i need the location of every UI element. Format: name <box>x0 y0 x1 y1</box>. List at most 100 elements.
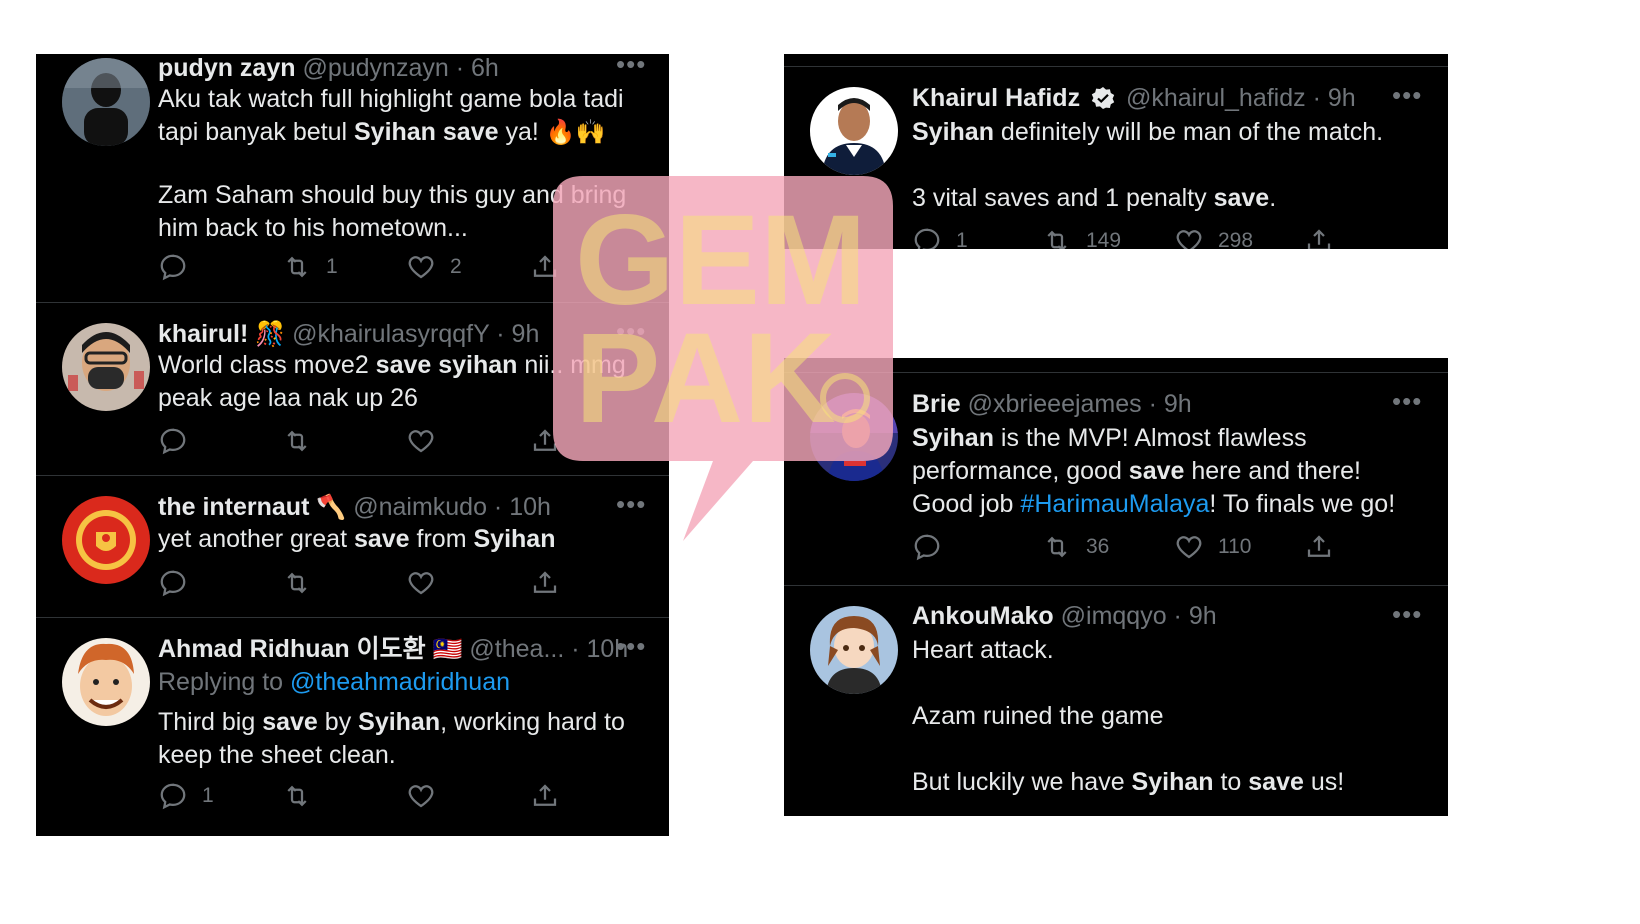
tweet-text: Aku tak watch full highlight game bola t… <box>158 85 627 242</box>
share-button[interactable] <box>530 425 574 457</box>
tweet-the-internaut[interactable]: the internaut 🪓 @naimkudo · 10h ••• yet … <box>36 476 669 617</box>
more-options-icon[interactable]: ••• <box>1392 388 1422 414</box>
tweet-khairul-hafidz[interactable]: Khairul Hafidz @khairul_hafidz · 9h ••• … <box>784 67 1448 249</box>
handle-and-time[interactable]: @khairul_hafidz · 9h <box>1126 84 1356 112</box>
reply-icon <box>914 228 940 249</box>
reply-icon <box>160 570 186 597</box>
tweet-ankoumako[interactable]: AnkouMako @imqqyo · 9h ••• Heart attack.… <box>784 586 1448 816</box>
more-options-icon[interactable]: ••• <box>616 318 646 344</box>
tweet-text: Heart attack. Azam ruined the game But l… <box>912 636 1345 796</box>
retweet-button[interactable]: 36 <box>1042 531 1109 563</box>
heart-icon <box>408 785 434 808</box>
reply-button[interactable]: 1 <box>158 780 214 812</box>
tweet-brie[interactable]: Brie @xbrieeejames · 9h ••• Syihan is th… <box>784 373 1448 585</box>
reply-count: 1 <box>956 229 968 249</box>
share-button[interactable] <box>1304 531 1348 563</box>
tweet-khairul[interactable]: khairul! 🎊 @khairulasyrqqfY · 9h ••• Wor… <box>36 303 669 475</box>
more-options-icon[interactable]: ••• <box>1392 601 1422 627</box>
retweet-button[interactable]: 1 <box>282 251 338 283</box>
tweet-actions: 1 2 <box>158 251 558 283</box>
heart-icon <box>408 572 434 595</box>
handle-and-time[interactable]: @pudynzayn · 6h <box>302 54 498 82</box>
tweet-header: pudyn zayn @pudynzayn · 6h <box>158 54 499 84</box>
axe-emoji: 🪓 <box>316 494 347 521</box>
display-name[interactable]: AnkouMako <box>912 602 1054 630</box>
replying-to-link[interactable]: @theahmadridhuan <box>290 668 510 696</box>
handle-and-time[interactable]: @xbrieeejames · 9h <box>968 390 1192 418</box>
retweet-button[interactable]: 149 <box>1042 225 1121 249</box>
share-icon <box>1307 229 1331 249</box>
reply-button[interactable] <box>158 567 202 599</box>
display-name[interactable]: Khairul Hafidz <box>912 84 1080 112</box>
handle-and-time[interactable]: @naimkudo · 10h <box>353 493 551 521</box>
avatar[interactable] <box>62 58 150 146</box>
tweet-header: AnkouMako @imqqyo · 9h <box>912 600 1217 632</box>
avatar[interactable] <box>62 496 150 584</box>
verified-badge-icon <box>1091 86 1115 118</box>
fire-raised-hands-emoji: 🔥🙌 <box>545 119 606 146</box>
tweet-text: Syihan definitely will be man of the mat… <box>912 118 1384 212</box>
avatar[interactable] <box>62 323 150 411</box>
display-name[interactable]: Brie <box>912 390 961 418</box>
replying-to: Replying to @theahmadridhuan <box>158 668 511 696</box>
retweet-button[interactable] <box>282 425 326 457</box>
heart-icon <box>1176 230 1202 249</box>
tweet-actions: 1 <box>158 780 558 812</box>
right-bottom-tweet-panel: Brie @xbrieeejames · 9h ••• Syihan is th… <box>784 358 1448 816</box>
handle-and-time[interactable]: @imqqyo · 9h <box>1061 602 1217 630</box>
reply-icon <box>160 254 186 281</box>
malaysia-flag-emoji: 🇲🇾 <box>432 636 463 663</box>
reply-button[interactable]: 1 <box>912 225 968 249</box>
avatar[interactable] <box>810 393 898 481</box>
right-top-tweet-panel: Khairul Hafidz @khairul_hafidz · 9h ••• … <box>784 54 1448 249</box>
handle-and-time[interactable]: @khairulasyrqqfY · 9h <box>292 320 539 348</box>
tweet-header: Khairul Hafidz @khairul_hafidz · 9h <box>912 82 1356 118</box>
retweet-icon <box>287 572 307 594</box>
retweet-button[interactable] <box>282 780 326 812</box>
tweet-pudyn-zayn[interactable]: pudyn zayn @pudynzayn · 6h ••• Aku tak w… <box>36 54 669 302</box>
share-button[interactable] <box>530 251 574 283</box>
avatar[interactable] <box>810 606 898 694</box>
like-button[interactable] <box>406 780 450 812</box>
tweet-text: Third big save by Syihan, working hard t… <box>158 708 625 769</box>
retweet-icon <box>287 785 307 807</box>
retweet-icon <box>1047 230 1067 249</box>
more-options-icon[interactable]: ••• <box>616 633 646 659</box>
tweet-text: World class move2 save syihan nii.. mmg … <box>158 351 626 412</box>
display-name[interactable]: khairul! <box>158 320 248 348</box>
tweet-header: Brie @xbrieeejames · 9h <box>912 388 1192 420</box>
share-icon <box>1307 535 1331 557</box>
share-button[interactable] <box>530 567 574 599</box>
tweet-actions: 1 149 298 <box>912 225 1342 249</box>
display-name[interactable]: the internaut <box>158 493 309 521</box>
handle-and-time[interactable]: @thea... · 10h <box>469 635 628 663</box>
tweet-actions <box>158 567 558 599</box>
like-button[interactable]: 2 <box>406 251 462 283</box>
display-name[interactable]: Ahmad Ridhuan 이도환 <box>158 635 426 663</box>
hashtag-link[interactable]: #HarimauMalaya <box>1020 490 1209 518</box>
reply-icon <box>914 534 940 561</box>
more-options-icon[interactable]: ••• <box>1392 82 1422 108</box>
reply-button[interactable] <box>158 425 202 457</box>
share-button[interactable] <box>530 780 574 812</box>
like-button[interactable] <box>406 425 450 457</box>
like-count: 110 <box>1218 535 1252 558</box>
share-icon <box>533 571 557 593</box>
tweet-header: khairul! 🎊 @khairulasyrqqfY · 9h <box>158 318 539 351</box>
retweet-button[interactable] <box>282 567 326 599</box>
like-button[interactable] <box>406 567 450 599</box>
like-button[interactable]: 298 <box>1174 225 1253 249</box>
reply-button[interactable] <box>912 531 956 563</box>
more-options-icon[interactable]: ••• <box>616 491 646 517</box>
like-button[interactable]: 110 <box>1174 531 1251 563</box>
reply-icon <box>160 783 186 810</box>
confetti-emoji: 🎊 <box>255 321 286 348</box>
avatar[interactable] <box>810 87 898 175</box>
display-name[interactable]: pudyn zayn <box>158 54 296 82</box>
share-button[interactable] <box>1304 225 1348 249</box>
reply-button[interactable] <box>158 251 202 283</box>
tweet-ahmad-ridhuan[interactable]: Ahmad Ridhuan 이도환 🇲🇾 @thea... · 10h ••• … <box>36 618 669 836</box>
tweet-header: Ahmad Ridhuan 이도환 🇲🇾 @thea... · 10h <box>158 633 628 666</box>
avatar[interactable] <box>62 638 150 726</box>
more-options-icon[interactable]: ••• <box>616 54 646 77</box>
